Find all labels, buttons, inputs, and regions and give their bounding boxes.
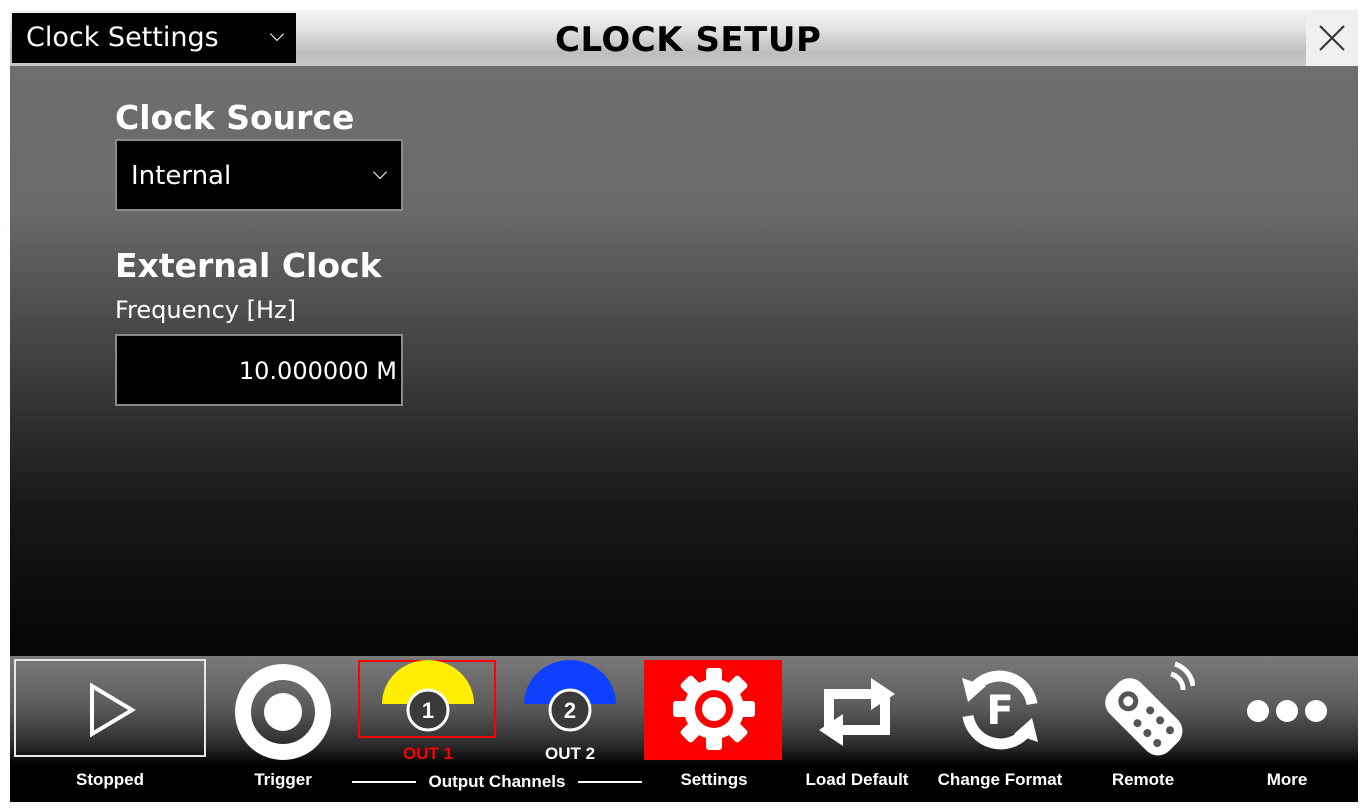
change-format-label: Change Format <box>937 770 1063 789</box>
channel-out1-button[interactable]: 1 OUT 1 <box>358 656 498 776</box>
channel-1-number: 1 <box>422 698 434 723</box>
settings-label: Settings <box>680 770 748 789</box>
format-f-refresh-icon: F <box>962 670 1038 750</box>
title-bar: Clock Settings CLOCK SETUP <box>10 10 1358 66</box>
remote-control-icon <box>1105 661 1195 756</box>
output-channels-label: Output Channels <box>428 772 566 791</box>
channel-2-number: 2 <box>564 698 576 723</box>
stopped-button[interactable]: Stopped <box>10 656 210 802</box>
channel-out2-label: OUT 2 <box>544 744 596 763</box>
play-icon <box>90 682 136 738</box>
change-format-button[interactable]: F Change Format <box>930 656 1070 802</box>
channel-1-icon: 1 <box>382 660 474 732</box>
gear-icon <box>673 668 755 750</box>
load-default-label: Load Default <box>805 770 909 789</box>
chevron-down-icon <box>269 26 285 42</box>
frequency-value: 10.000000 M <box>238 357 397 385</box>
output-channels-group: Output Channels <box>352 770 642 794</box>
trigger-label: Trigger <box>254 770 312 789</box>
more-dots-icon <box>1247 700 1327 722</box>
view-select-value: Clock Settings <box>26 22 219 53</box>
remote-label: Remote <box>1111 770 1175 789</box>
chevron-down-icon <box>372 164 388 180</box>
stopped-label: Stopped <box>76 770 144 789</box>
frequency-input[interactable]: 10.000000 M <box>115 334 403 406</box>
clock-source-dropdown[interactable]: Internal <box>115 139 403 211</box>
more-button[interactable]: More <box>1216 656 1358 802</box>
channel-out2-button[interactable]: 2 OUT 2 <box>500 656 640 776</box>
settings-panel: Clock Source Internal External Clock Fre… <box>10 66 1358 656</box>
settings-button[interactable]: Settings <box>644 656 784 802</box>
load-default-button[interactable]: Load Default <box>786 656 928 802</box>
app-window: Clock Settings CLOCK SETUP Clock Source … <box>10 10 1358 802</box>
clock-source-value: Internal <box>131 161 232 191</box>
clock-source-title: Clock Source <box>115 98 355 137</box>
close-button[interactable] <box>1306 10 1358 66</box>
frequency-label: Frequency [Hz] <box>115 296 296 324</box>
view-select-dropdown[interactable]: Clock Settings <box>12 13 296 63</box>
more-label: More <box>1266 770 1308 789</box>
trigger-circle-icon <box>235 664 331 760</box>
page-title: CLOCK SETUP <box>555 20 822 60</box>
close-icon <box>1319 25 1345 51</box>
remote-button[interactable]: Remote <box>1072 656 1214 802</box>
svg-text:F: F <box>986 688 1013 734</box>
channel-2-icon: 2 <box>524 660 616 732</box>
trigger-button[interactable]: Trigger <box>210 656 356 802</box>
external-clock-title: External Clock <box>115 246 382 285</box>
channel-out1-label: OUT 1 <box>402 744 454 763</box>
repeat-arrows-icon <box>819 678 895 746</box>
bottom-toolbar: Stopped Trigger 1 OUT 1 2 OUT 2 Output C… <box>10 656 1358 802</box>
